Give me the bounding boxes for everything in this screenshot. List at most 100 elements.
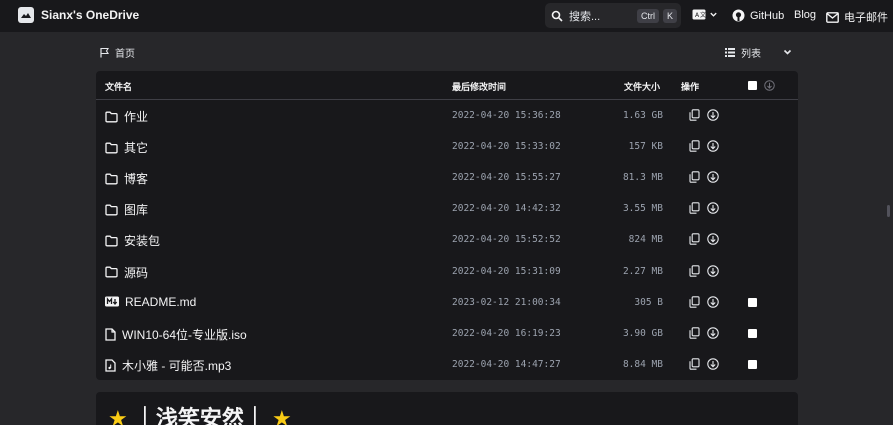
file-name-cell[interactable]: 其它	[105, 139, 148, 156]
github-link[interactable]: GitHub	[732, 9, 784, 22]
table-row[interactable]: 其它 2022-04-20 15:33:02 157 KB	[96, 131, 798, 162]
copy-link-icon[interactable]	[689, 140, 700, 152]
table-row[interactable]: 源码 2022-04-20 15:31:09 2.27 MB	[96, 256, 798, 287]
copy-link-icon[interactable]	[689, 295, 700, 308]
modified-time: 2022-04-20 15:36:28	[452, 110, 561, 121]
search-label: 搜索...	[569, 10, 601, 23]
file-name: 木小雅 - 可能否.mp3	[122, 358, 232, 373]
file-size: 81.3 MB	[622, 172, 663, 184]
toolbar: 首页 列表	[96, 42, 798, 62]
modified-time: 2022-04-20 15:55:27	[452, 172, 561, 184]
table-row[interactable]: 图库 2022-04-20 14:42:32 3.55 MB	[96, 193, 798, 224]
svg-text:文: 文	[700, 11, 706, 19]
download-icon[interactable]	[707, 233, 719, 246]
file-name-cell[interactable]: 源码	[105, 264, 148, 281]
table-row[interactable]: WIN10-64位-专业版.iso 2022-04-20 16:19:23 3.90…	[96, 318, 798, 349]
copy-link-icon[interactable]	[689, 171, 700, 183]
modified-time: 2022-04-20 14:47:27	[452, 358, 561, 370]
scrollbar[interactable]	[887, 205, 890, 217]
github-icon	[732, 9, 745, 22]
row-checkbox[interactable]	[748, 328, 757, 338]
breadcrumb-home[interactable]: 首页	[99, 45, 135, 60]
download-icon[interactable]	[707, 109, 719, 121]
table-row[interactable]: 安装包 2022-04-20 15:52:52 824 MB	[96, 224, 798, 255]
email-link[interactable]: 电子邮件	[826, 9, 888, 25]
modified-time: 2022-04-20 15:52:52	[452, 234, 561, 246]
shortcut-k: K	[662, 8, 677, 23]
blog-link[interactable]: Blog	[794, 9, 816, 21]
table-row[interactable]: README.md 2023-02-12 21:00:34 305 B	[96, 287, 798, 318]
download-icon[interactable]	[707, 358, 719, 370]
file-size: 157 KB	[628, 141, 663, 153]
folder-icon	[105, 266, 118, 278]
search-icon	[551, 10, 563, 22]
shortcut-ctrl: Ctrl	[636, 8, 659, 23]
select-all-checkbox[interactable]	[748, 81, 757, 90]
file-name-cell[interactable]: README.md	[105, 295, 196, 309]
column-header-size[interactable]: 文件大小	[624, 80, 660, 93]
folder-icon	[105, 235, 118, 247]
table-row[interactable]: 木小雅 - 可能否.mp3 2022-04-20 14:47:27 8.84 MB	[96, 349, 798, 380]
file-table: 文件名 最后修改时间 文件大小 操作 作业 2022-04-20 15:36:28…	[96, 71, 798, 380]
download-icon[interactable]	[707, 264, 719, 277]
row-actions	[689, 264, 719, 277]
copy-link-icon[interactable]	[689, 202, 700, 215]
row-actions	[689, 140, 719, 152]
file-name-cell[interactable]: 图库	[105, 201, 148, 218]
file-size: 8.84 MB	[622, 358, 663, 370]
modified-time: 2022-04-20 15:33:02	[452, 141, 561, 153]
search-button[interactable]: 搜索... Ctrl K	[545, 3, 681, 28]
download-icon[interactable]	[707, 140, 719, 152]
download-icon[interactable]	[707, 295, 719, 308]
brand-link[interactable]: Sianx's OneDrive	[18, 7, 139, 23]
column-header-modified[interactable]: 最后修改时间	[452, 80, 506, 93]
language-switcher[interactable]: A文	[692, 9, 718, 20]
table-row[interactable]: 博客 2022-04-20 15:55:27 81.3 MB	[96, 162, 798, 193]
modified-time: 2022-04-20 14:42:32	[452, 203, 561, 215]
file-name-cell[interactable]: 木小雅 - 可能否.mp3	[105, 357, 231, 374]
table-row[interactable]: 作业 2022-04-20 15:36:28 1.63 GB	[96, 100, 798, 131]
row-actions	[689, 358, 719, 370]
file-name-cell[interactable]: 安装包	[105, 232, 160, 249]
download-selected-icon[interactable]	[764, 80, 775, 91]
folder-icon	[105, 111, 118, 123]
copy-link-icon[interactable]	[689, 233, 700, 246]
row-checkbox[interactable]	[748, 359, 757, 369]
column-header-name[interactable]: 文件名	[105, 80, 132, 93]
file-name-cell[interactable]: WIN10-64位-专业版.iso	[105, 326, 247, 343]
folder-icon	[105, 142, 118, 154]
translate-icon: A文	[692, 9, 706, 20]
row-checkbox[interactable]	[748, 297, 757, 307]
download-icon[interactable]	[707, 326, 719, 339]
layout-switcher[interactable]: 列表	[725, 45, 761, 60]
file-size: 1.63 GB	[622, 110, 663, 121]
row-actions	[689, 171, 719, 183]
file-name: 安装包	[124, 234, 161, 249]
top-navbar: Sianx's OneDrive 搜索... Ctrl K A文 GitHub …	[0, 0, 893, 32]
folder-icon	[105, 204, 118, 216]
file-name-cell[interactable]: 博客	[105, 170, 148, 187]
download-icon[interactable]	[707, 202, 719, 215]
layout-label: 列表	[741, 49, 761, 60]
blog-label: Blog	[794, 9, 817, 21]
file-name: 作业	[124, 110, 149, 124]
chevron-down-icon[interactable]	[782, 47, 793, 57]
copy-link-icon[interactable]	[689, 264, 700, 277]
file-name: 博客	[124, 172, 149, 187]
row-actions	[689, 295, 719, 308]
file-name-cell[interactable]: 作业	[105, 108, 148, 125]
site-title: Sianx's OneDrive	[41, 8, 140, 22]
copy-link-icon[interactable]	[689, 326, 700, 339]
file-size: 3.90 GB	[622, 327, 663, 339]
modified-time: 2023-02-12 21:00:34	[452, 296, 561, 308]
copy-link-icon[interactable]	[689, 358, 700, 370]
list-icon	[725, 48, 735, 57]
copy-link-icon[interactable]	[689, 109, 700, 121]
file-size: 3.55 MB	[622, 203, 663, 215]
download-icon[interactable]	[707, 171, 719, 183]
modified-time: 2022-04-20 15:31:09	[452, 265, 561, 277]
markdown-file-icon	[105, 296, 119, 307]
readme-panel: ★ ｜浅笑安然｜ ★	[96, 392, 798, 425]
mail-icon	[826, 11, 839, 23]
row-actions	[689, 233, 719, 246]
